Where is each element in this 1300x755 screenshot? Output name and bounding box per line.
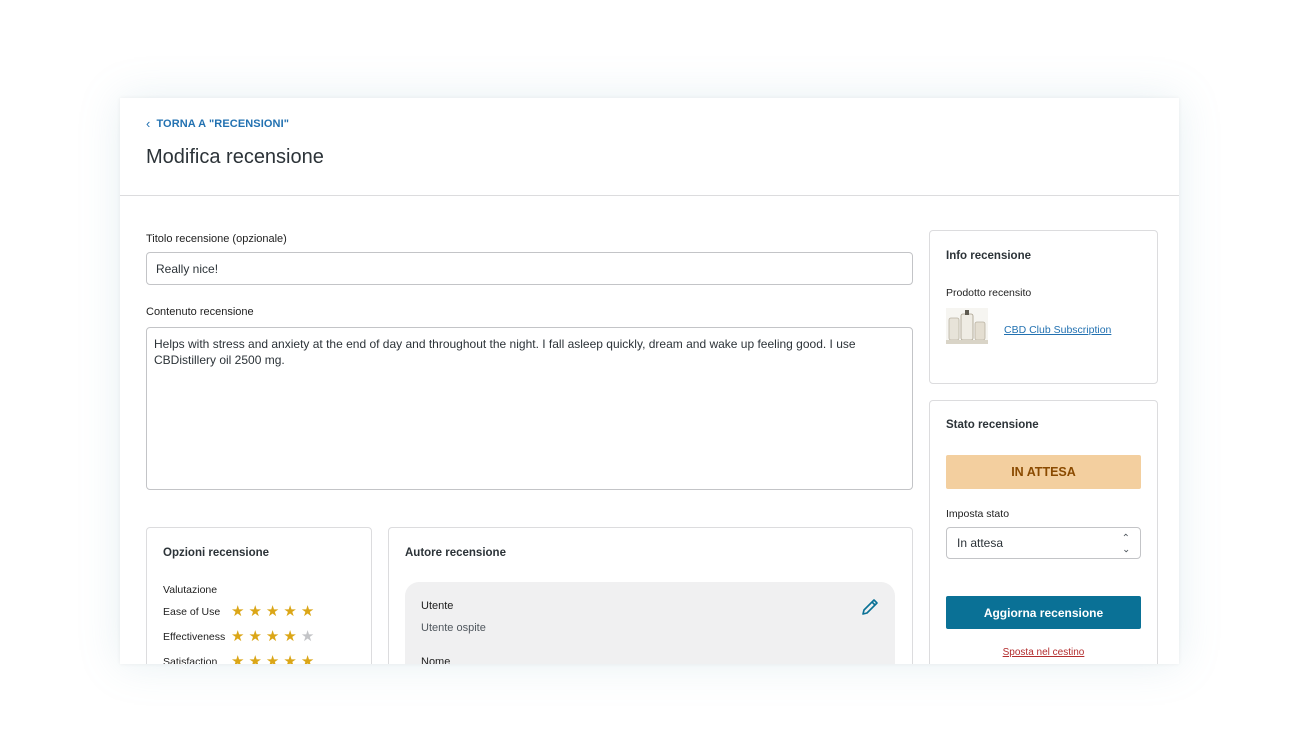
review-options-title: Opzioni recensione — [163, 547, 270, 559]
title-field-label: Titolo recensione (opzionale) — [146, 233, 287, 245]
status-select[interactable]: In attesa ⌃ ⌃ — [946, 527, 1141, 559]
review-author-title: Autore recensione — [405, 547, 506, 559]
rating-label: Valutazione — [163, 584, 218, 596]
star-icon[interactable]: ★ — [248, 654, 261, 664]
star-rating[interactable]: ★ ★ ★ ★ ★ — [231, 629, 314, 644]
star-icon[interactable]: ★ — [301, 604, 314, 619]
user-label: Utente — [421, 600, 454, 612]
move-to-trash-link[interactable]: Sposta nel cestino — [946, 647, 1141, 658]
star-icon[interactable]: ★ — [283, 604, 296, 619]
page-title: Modifica recensione — [146, 146, 324, 168]
review-options-box: Opzioni recensione Valutazione Ease of U… — [146, 527, 372, 664]
reviewed-product-label: Prodotto recensito — [946, 287, 1032, 299]
chevron-updown-icon: ⌃ ⌃ — [1121, 533, 1130, 554]
star-icon[interactable]: ★ — [231, 604, 244, 619]
review-status-title: Stato recensione — [946, 419, 1039, 431]
review-info-title: Info recensione — [946, 250, 1031, 262]
review-author-box: Autore recensione Utente Utente ospite N… — [388, 527, 913, 664]
rating-row: Satisfaction ★ ★ ★ ★ ★ — [163, 654, 314, 664]
chevron-left-icon: ‹ — [146, 116, 151, 131]
edit-review-panel: ‹ TORNA A "RECENSIONI" Modifica recensio… — [120, 98, 1179, 664]
review-info-box: Info recensione Prodotto recensito CBD C… — [929, 230, 1158, 384]
product-link[interactable]: CBD Club Subscription — [1004, 324, 1111, 336]
star-rating[interactable]: ★ ★ ★ ★ ★ — [231, 654, 314, 664]
status-badge: IN ATTESA — [946, 455, 1141, 489]
star-icon[interactable]: ★ — [283, 629, 296, 644]
page-header: ‹ TORNA A "RECENSIONI" Modifica recensio… — [120, 98, 1179, 196]
name-label: Nome — [421, 656, 451, 664]
rating-criterion-label: Effectiveness — [163, 630, 226, 643]
review-title-value: Really nice! — [156, 261, 219, 276]
star-icon[interactable]: ★ — [283, 654, 296, 664]
star-icon[interactable]: ★ — [231, 629, 244, 644]
rating-row: Ease of Use ★ ★ ★ ★ ★ — [163, 604, 314, 619]
star-icon[interactable]: ★ — [248, 604, 261, 619]
rating-row: Effectiveness ★ ★ ★ ★ ★ — [163, 629, 314, 644]
star-icon[interactable]: ★ — [301, 654, 314, 664]
back-link-label: TORNA A "RECENSIONI" — [156, 117, 290, 130]
star-icon[interactable]: ★ — [266, 654, 279, 664]
back-to-reviews-link[interactable]: ‹ TORNA A "RECENSIONI" — [146, 116, 289, 131]
star-icon[interactable]: ★ — [248, 629, 261, 644]
rating-criterion-label: Satisfaction — [163, 655, 218, 665]
review-status-box: Stato recensione IN ATTESA Imposta stato… — [929, 400, 1158, 664]
star-icon[interactable]: ★ — [266, 629, 279, 644]
status-select-value: In attesa — [957, 536, 1004, 550]
star-rating[interactable]: ★ ★ ★ ★ ★ — [231, 604, 314, 619]
star-icon[interactable]: ★ — [266, 604, 279, 619]
update-review-button[interactable]: Aggiorna recensione — [946, 596, 1141, 629]
set-status-label: Imposta stato — [946, 508, 1010, 520]
star-icon[interactable]: ★ — [231, 654, 244, 664]
rating-criterion-label: Ease of Use — [163, 605, 221, 618]
product-thumbnail[interactable] — [946, 308, 988, 344]
author-card: Utente Utente ospite Nome — [405, 582, 895, 664]
user-value: Utente ospite — [421, 622, 486, 634]
pencil-icon[interactable] — [859, 596, 881, 623]
star-icon[interactable]: ★ — [301, 629, 314, 644]
content-field-label: Contenuto recensione — [146, 306, 254, 318]
review-content-textarea[interactable]: Helps with stress and anxiety at the end… — [146, 327, 913, 490]
review-content-value: Helps with stress and anxiety at the end… — [154, 337, 856, 367]
review-title-input[interactable]: Really nice! — [146, 252, 913, 285]
